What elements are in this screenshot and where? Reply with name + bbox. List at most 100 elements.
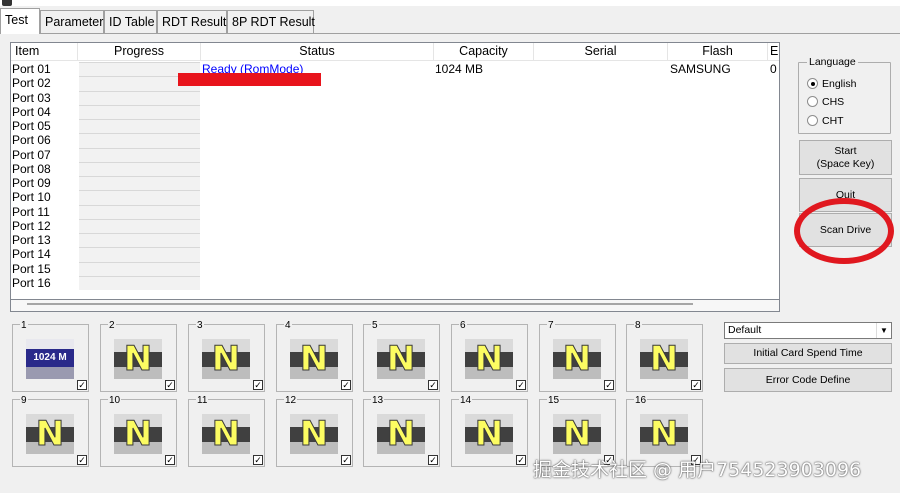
column-header-progress[interactable]: Progress: [78, 43, 201, 61]
drive-slot[interactable]: 6 N ✓: [451, 321, 528, 392]
table-row[interactable]: Port 01 Ready (RomMode) 1024 MB SAMSUNG 0: [11, 62, 779, 77]
initial-card-spend-time-button[interactable]: Initial Card Spend Time: [724, 343, 892, 364]
capacity-cell: [434, 133, 532, 147]
column-header-serial[interactable]: Serial: [534, 43, 668, 61]
port-cell: Port 09: [12, 176, 51, 190]
language-group: Language English CHS CHT: [798, 56, 891, 134]
serial-cell: [533, 105, 666, 119]
capacity-cell: 1024 MB: [435, 62, 484, 76]
tab-id-table[interactable]: ID Table: [104, 10, 157, 33]
drive-enable-checkbox[interactable]: ✓: [516, 380, 526, 390]
column-header-capacity[interactable]: Capacity: [434, 43, 534, 61]
horizontal-scrollbar[interactable]: [10, 300, 780, 312]
no-drive-n-icon: N: [377, 339, 425, 379]
serial-cell: [533, 62, 666, 76]
table-row[interactable]: Port 07: [11, 147, 779, 162]
quit-button[interactable]: Quit: [799, 178, 892, 212]
drive-slot[interactable]: 1 1024 M ✓: [12, 321, 89, 392]
flash-cell: [669, 148, 767, 162]
column-header-flash[interactable]: Flash: [668, 43, 768, 61]
tab-parameter[interactable]: Parameter: [40, 10, 104, 33]
drive-enable-checkbox[interactable]: ✓: [341, 455, 351, 465]
radio-button[interactable]: [807, 115, 818, 126]
radio-english[interactable]: English: [807, 77, 856, 91]
no-drive-letter: N: [123, 414, 153, 454]
port-list[interactable]: Item Progress Status Capacity Serial Fla…: [10, 42, 780, 300]
port-cell: Port 11: [12, 204, 50, 219]
start-button[interactable]: Start (Space Key): [799, 140, 892, 175]
column-header-extra[interactable]: E: [768, 43, 779, 61]
extra-cell: [769, 76, 779, 90]
drive-enable-checkbox[interactable]: ✓: [341, 380, 351, 390]
drive-slot[interactable]: 8 N ✓: [626, 321, 703, 392]
drive-enable-checkbox[interactable]: ✓: [165, 380, 175, 390]
drive-slot[interactable]: 9 N ✓: [12, 396, 89, 467]
flash-cell: [669, 105, 767, 119]
drive-enable-checkbox[interactable]: ✓: [428, 380, 438, 390]
no-drive-letter: N: [123, 339, 153, 379]
flash-cell: [669, 219, 767, 233]
drive-enable-checkbox[interactable]: ✓: [604, 380, 614, 390]
table-row[interactable]: Port 02: [11, 76, 779, 91]
drive-slot[interactable]: 14 N ✓: [451, 396, 528, 467]
table-row[interactable]: Port 10: [11, 190, 779, 205]
table-row[interactable]: Port 12: [11, 218, 779, 233]
progress-cell: [79, 204, 200, 219]
profile-select[interactable]: Default ▼: [724, 322, 892, 339]
serial-cell: [533, 233, 666, 247]
radio-chs[interactable]: CHS: [807, 95, 844, 109]
table-row[interactable]: Port 06: [11, 133, 779, 148]
drive-slot-number: 13: [371, 395, 385, 406]
drive-slot[interactable]: 13 N ✓: [363, 395, 440, 467]
drive-enable-checkbox[interactable]: ✓: [691, 380, 701, 390]
port-cell: Port 14: [12, 247, 51, 262]
drive-slot-number: 3: [196, 320, 204, 331]
scrollbar-thumb[interactable]: [27, 303, 693, 305]
table-row[interactable]: Port 16: [11, 275, 779, 290]
status-cell: [201, 262, 433, 276]
drive-slot[interactable]: 10 N ✓: [100, 396, 177, 467]
drive-enable-checkbox[interactable]: ✓: [253, 455, 263, 465]
status-cell: [201, 190, 433, 204]
table-row[interactable]: Port 05: [11, 119, 779, 134]
drive-slot[interactable]: 7 N ✓: [539, 321, 616, 392]
port-cell: Port 16: [12, 275, 51, 290]
drive-slot[interactable]: 2 N ✓: [100, 321, 177, 392]
tab-test[interactable]: Test: [0, 8, 40, 34]
drive-enable-checkbox[interactable]: ✓: [428, 455, 438, 465]
drive-slot[interactable]: 11 N ✓: [188, 396, 265, 467]
drive-enable-checkbox[interactable]: ✓: [165, 455, 175, 465]
chevron-down-icon[interactable]: ▼: [876, 323, 891, 338]
progress-cell: [79, 261, 200, 276]
table-row[interactable]: Port 14: [11, 247, 779, 262]
table-row[interactable]: Port 15: [11, 261, 779, 276]
status-cell: [201, 133, 433, 147]
table-row[interactable]: Port 13: [11, 233, 779, 248]
flash-cell: [669, 262, 767, 276]
column-header-status[interactable]: Status: [201, 43, 434, 61]
status-cell: [201, 162, 433, 176]
drive-enable-checkbox[interactable]: ✓: [516, 455, 526, 465]
table-row[interactable]: Port 03: [11, 90, 779, 105]
table-row[interactable]: Port 09: [11, 176, 779, 191]
drive-slot[interactable]: 12 N ✓: [276, 396, 353, 467]
radio-button[interactable]: [807, 96, 818, 107]
tab-rdt-result[interactable]: RDT Result: [157, 10, 227, 33]
serial-cell: [533, 262, 666, 276]
tab-8p-rdt-result[interactable]: 8P RDT Result: [227, 10, 315, 33]
radio-button[interactable]: [807, 78, 818, 89]
error-code-define-button[interactable]: Error Code Define: [724, 368, 892, 392]
drive-slot[interactable]: 4 N ✓: [276, 321, 353, 392]
column-header-item[interactable]: Item: [11, 43, 78, 61]
table-row[interactable]: Port 11: [11, 204, 779, 219]
scan-drive-button[interactable]: Scan Drive: [799, 213, 892, 247]
progress-cell: [79, 275, 200, 290]
drive-slot[interactable]: 5 N ✓: [363, 321, 440, 392]
radio-cht[interactable]: CHT: [807, 114, 844, 128]
drive-enable-checkbox[interactable]: ✓: [77, 380, 87, 390]
drive-slot[interactable]: 3 N ✓: [188, 320, 265, 392]
table-row[interactable]: Port 08: [11, 161, 779, 176]
drive-enable-checkbox[interactable]: ✓: [77, 455, 87, 465]
drive-enable-checkbox[interactable]: ✓: [253, 380, 263, 390]
table-row[interactable]: Port 04: [11, 104, 779, 119]
